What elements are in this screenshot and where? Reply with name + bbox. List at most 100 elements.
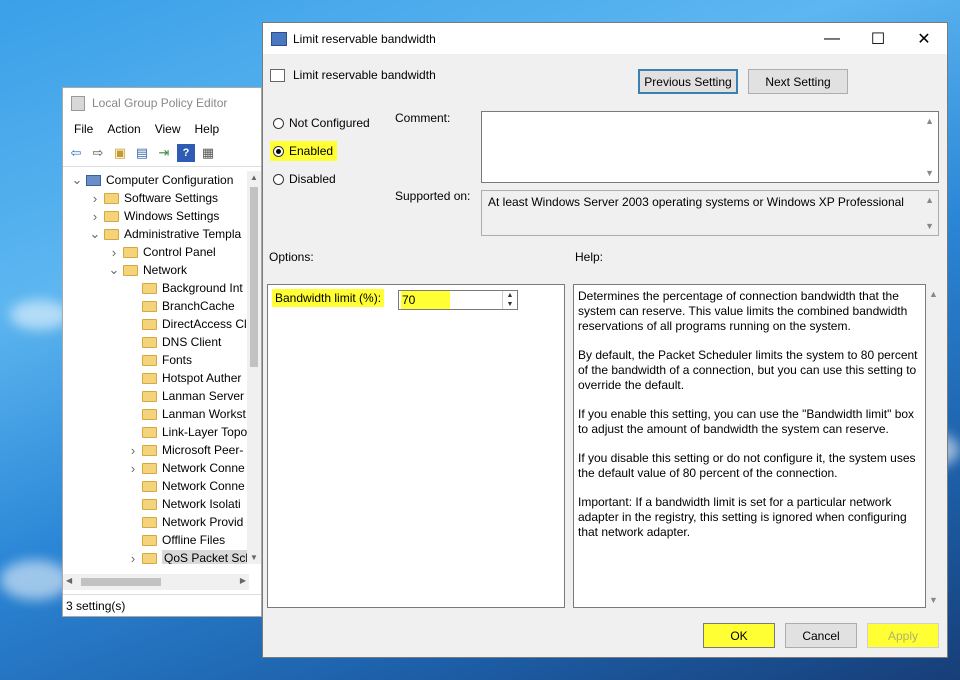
tree-item-label: BranchCache <box>162 299 235 313</box>
tree-item[interactable]: Background Int <box>127 279 243 297</box>
forward-arrow-icon[interactable]: ⇨ <box>89 144 107 162</box>
show-hide-tree-icon[interactable]: ▤ <box>133 144 151 162</box>
chevron-right-icon[interactable]: › <box>108 245 120 260</box>
tree-item-label: DNS Client <box>162 335 222 349</box>
comment-textarea[interactable]: ▲ ▼ <box>481 111 939 183</box>
bandwidth-spin-buttons[interactable]: ▲ ▼ <box>502 291 517 309</box>
radio-enabled-circle[interactable] <box>273 145 284 157</box>
previous-setting-button[interactable]: Previous Setting <box>638 69 738 94</box>
radio-disabled[interactable]: Disabled <box>273 172 336 186</box>
tree-item-label: Fonts <box>162 353 193 367</box>
back-arrow-icon[interactable]: ⇦ <box>67 144 85 162</box>
menu-view[interactable]: View <box>148 122 188 136</box>
radio-enabled[interactable]: Enabled <box>270 141 338 161</box>
tree-item[interactable]: Link-Layer Topo <box>127 423 247 441</box>
tree-item[interactable]: Network Isolati <box>127 495 241 513</box>
radio-not-configured-circle[interactable] <box>273 117 284 129</box>
tree-item[interactable]: › Control Panel <box>108 243 216 261</box>
folder-icon <box>104 228 119 240</box>
bandwidth-limit-label: Bandwidth limit (%): <box>272 289 385 307</box>
folder-icon <box>142 408 157 420</box>
tree-item[interactable]: DirectAccess Cl <box>127 315 247 333</box>
help-scroll-down-icon[interactable]: ▼ <box>929 595 938 605</box>
export-list-icon[interactable]: ⇥ <box>155 144 173 162</box>
tree-item-label: Hotspot Auther <box>162 371 242 385</box>
gpe-statusbar: 3 setting(s) <box>63 594 261 616</box>
tree-item-label: QoS Packet Sch <box>162 550 249 564</box>
scroll-down-icon[interactable]: ▼ <box>250 553 258 562</box>
tree-item[interactable]: Hotspot Auther <box>127 369 241 387</box>
chevron-right-icon[interactable]: › <box>127 443 139 458</box>
tree-item[interactable]: › Software Settings <box>89 189 218 207</box>
radio-disabled-circle[interactable] <box>273 173 284 185</box>
tree-item[interactable]: ⌄ Computer Configuration <box>71 171 234 189</box>
tree-item-label: Control Panel <box>143 245 216 259</box>
next-setting-button[interactable]: Next Setting <box>748 69 848 94</box>
tree-item[interactable]: ⌄ Administrative Templa <box>89 225 242 243</box>
tree-scroll-thumb[interactable] <box>250 187 258 367</box>
cancel-button[interactable]: Cancel <box>785 623 857 648</box>
tree-item[interactable]: › Microsoft Peer- <box>127 441 244 459</box>
chevron-right-icon[interactable]: › <box>127 461 139 476</box>
bandwidth-limit-spinner[interactable]: 70 ▲ ▼ <box>398 290 518 310</box>
scroll-right-icon[interactable]: ▶ <box>240 576 246 585</box>
tree-item[interactable]: ⌄ Network <box>108 261 187 279</box>
maximize-button[interactable]: ☐ <box>855 23 901 54</box>
tree-item[interactable]: Fonts <box>127 351 192 369</box>
tree-item[interactable]: DNS Client <box>127 333 221 351</box>
comment-scroll-down-icon[interactable]: ▼ <box>925 168 934 178</box>
help-scroll-up-icon[interactable]: ▲ <box>929 289 938 299</box>
help-paragraph: If you enable this setting, you can use … <box>578 407 915 436</box>
folder-icon <box>123 264 138 276</box>
tree-item[interactable]: Network Conne <box>127 477 245 495</box>
tree-item-label: Network Conne <box>162 479 245 493</box>
close-button[interactable]: ✕ <box>901 23 947 54</box>
scroll-left-icon[interactable]: ◀ <box>66 576 72 585</box>
help-paragraph: By default, the Packet Scheduler limits … <box>578 348 918 392</box>
folder-icon <box>123 246 138 258</box>
tree-vertical-scrollbar[interactable]: ▲ ▼ <box>247 171 261 564</box>
comment-label: Comment: <box>395 111 451 125</box>
properties-icon[interactable]: ▦ <box>199 144 217 162</box>
radio-not-configured[interactable]: Not Configured <box>273 116 370 130</box>
chevron-right-icon[interactable]: › <box>89 209 101 224</box>
chevron-right-icon[interactable]: › <box>127 551 139 565</box>
menu-action[interactable]: Action <box>100 122 147 136</box>
chevron-down-icon[interactable]: ⌄ <box>89 226 101 242</box>
tree-item[interactable]: › Network Conne <box>127 459 245 477</box>
tree-item[interactable]: Network Provid <box>127 513 243 531</box>
tree-hscroll-thumb[interactable] <box>81 578 161 586</box>
spin-up-icon[interactable]: ▲ <box>507 292 514 299</box>
help-panel: Determines the percentage of connection … <box>573 284 926 608</box>
tree-item[interactable]: › QoS Packet Sch <box>127 549 249 564</box>
gpe-toolbar: ⇦ ⇨ ▣ ▤ ⇥ ? ▦ <box>63 140 261 167</box>
supported-scroll-down-icon[interactable]: ▼ <box>925 221 934 231</box>
spin-down-icon[interactable]: ▼ <box>507 301 514 308</box>
tree-item[interactable]: BranchCache <box>127 297 235 315</box>
dialog-titlebar: Limit reservable bandwidth — ☐ ✕ <box>263 23 947 54</box>
menu-file[interactable]: File <box>67 122 100 136</box>
tree-item[interactable]: Lanman Workst <box>127 405 246 423</box>
gpe-menubar: File Action View Help <box>63 118 261 140</box>
menu-help[interactable]: Help <box>188 122 227 136</box>
scroll-up-icon[interactable]: ▲ <box>250 173 258 182</box>
tree-horizontal-scrollbar[interactable]: ◀ ▶ <box>63 574 249 590</box>
tree-item[interactable]: › Windows Settings <box>89 207 220 225</box>
help-text: Determines the percentage of connection … <box>578 289 921 540</box>
ok-button[interactable]: OK <box>703 623 775 648</box>
comment-scroll-up-icon[interactable]: ▲ <box>925 116 934 126</box>
setting-name: Limit reservable bandwidth <box>293 68 436 82</box>
bandwidth-limit-value[interactable]: 70 <box>401 291 450 309</box>
help-icon[interactable]: ? <box>177 144 195 162</box>
supported-scroll-up-icon[interactable]: ▲ <box>925 195 934 205</box>
minimize-button[interactable]: — <box>809 23 855 54</box>
apply-button[interactable]: Apply <box>867 623 939 648</box>
chevron-down-icon[interactable]: ⌄ <box>108 262 120 278</box>
chevron-down-icon[interactable]: ⌄ <box>71 172 83 188</box>
up-folder-icon[interactable]: ▣ <box>111 144 129 162</box>
tree-item[interactable]: Lanman Server <box>127 387 244 405</box>
setting-icon <box>270 69 285 82</box>
gpe-title: Local Group Policy Editor <box>92 96 228 110</box>
tree-item[interactable]: Offline Files <box>127 531 225 549</box>
chevron-right-icon[interactable]: › <box>89 191 101 206</box>
